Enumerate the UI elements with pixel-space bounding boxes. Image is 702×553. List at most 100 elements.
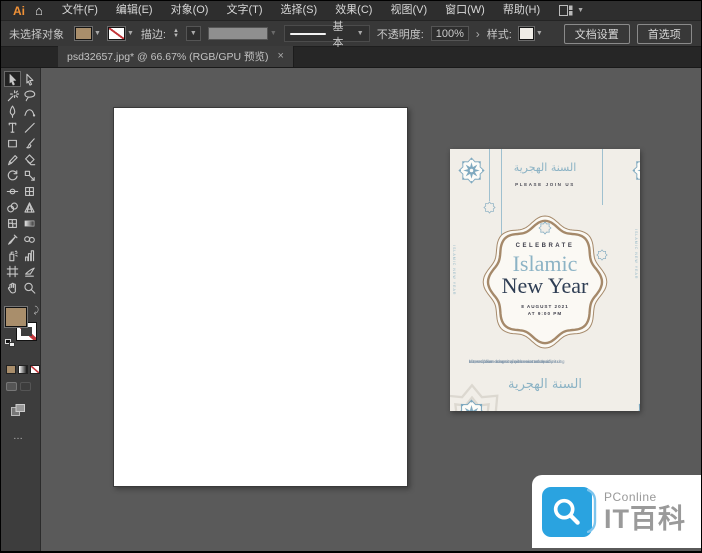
poster-badge-label: CELEBRATE (450, 243, 640, 249)
width-tool[interactable] (4, 183, 21, 199)
blend-tool[interactable] (21, 231, 38, 247)
poster-time: AT 9:00 PM (450, 311, 640, 316)
free-transform-tool[interactable] (21, 183, 38, 199)
graphic-style-control[interactable]: ▼ (519, 27, 543, 40)
fill-stroke-controls: ⤸ (5, 307, 39, 355)
brush-definition-select[interactable]: 基本 ▼ (284, 25, 370, 42)
scale-tool[interactable] (21, 167, 38, 183)
fill-proxy[interactable] (5, 307, 27, 327)
width-profile-preview (208, 27, 268, 40)
opacity-input[interactable]: 100% (431, 26, 469, 41)
opacity-panel-chevron[interactable]: › (476, 27, 480, 41)
hand-tool[interactable] (4, 279, 21, 295)
lasso-tool[interactable] (21, 87, 38, 103)
gradient-tool[interactable] (21, 215, 38, 231)
draw-normal-button[interactable] (6, 382, 17, 391)
menu-item-edit[interactable]: 编辑(E) (107, 1, 162, 20)
side-caption: ISLAMIC NEW YEAR (634, 229, 638, 279)
chevron-down-icon: ▼ (536, 30, 543, 37)
artboard-tool[interactable] (4, 263, 21, 279)
menu-items: 文件(F)编辑(E)对象(O)文字(T)选择(S)效果(C)视图(V)窗口(W)… (53, 1, 549, 20)
document-setup-button[interactable]: 文档设置 (564, 24, 630, 44)
close-icon[interactable]: × (278, 51, 284, 62)
preferences-button[interactable]: 首选项 (637, 24, 692, 44)
type-tool[interactable] (4, 119, 21, 135)
home-icon[interactable]: ⌂ (31, 4, 53, 17)
workspace-icon (559, 5, 573, 16)
line-segment-tool[interactable] (21, 119, 38, 135)
color-button[interactable] (6, 365, 16, 374)
column-graph-tool[interactable] (21, 247, 38, 263)
document-tab[interactable]: psd32657.jpg* @ 66.67% (RGB/GPU 预览) × (58, 46, 294, 67)
color-mode-buttons (6, 365, 40, 374)
pencil-tool[interactable] (4, 151, 21, 167)
control-bar: 未选择对象 ▼ ▼ 描边: ▲▼ ▼ ▼ 基本 ▼ 不透明度: 100% › 样… (1, 20, 701, 47)
style-label: 样式: (487, 26, 512, 42)
rectangle-tool[interactable] (4, 135, 21, 151)
workspace-switcher[interactable]: ▼ (559, 5, 584, 16)
watermark-title: IT百科 (604, 506, 686, 533)
opacity-label: 不透明度: (377, 26, 424, 42)
menu-item-help[interactable]: 帮助(H) (494, 1, 549, 20)
direct-selection-tool[interactable] (21, 71, 38, 87)
selection-status: 未选择对象 (9, 26, 64, 42)
hanging-line (489, 149, 490, 201)
gradient-button[interactable] (18, 365, 28, 374)
default-fill-stroke-icon[interactable] (5, 339, 15, 347)
chevron-down-icon: ▼ (357, 30, 364, 37)
stroke-weight-stepper[interactable]: ▲▼ (173, 29, 179, 39)
chevron-down-icon: ▼ (127, 30, 134, 37)
app-logo[interactable]: Ai (7, 4, 31, 18)
menu-item-view[interactable]: 视图(V) (381, 1, 436, 20)
perspective-grid-tool[interactable] (21, 199, 38, 215)
eraser-tool[interactable] (21, 151, 38, 167)
curvature-tool[interactable] (21, 103, 38, 119)
menu-item-object[interactable]: 对象(O) (162, 1, 218, 20)
watermark-text: PConline IT百科 (604, 491, 686, 533)
menu-bar: Ai ⌂ 文件(F)编辑(E)对象(O)文字(T)选择(S)效果(C)视图(V)… (1, 1, 701, 20)
magnifier-app-icon (542, 487, 592, 537)
variable-width-profile[interactable]: ▼ (208, 27, 277, 40)
fill-color-control[interactable]: ▼ (75, 27, 101, 40)
chevron-down-icon: ▼ (94, 30, 101, 37)
artboard[interactable] (113, 107, 408, 487)
stroke-color-control[interactable]: ▼ (108, 27, 134, 40)
paintbrush-tool[interactable] (21, 135, 38, 151)
edit-toolbar-button[interactable]: … (13, 431, 40, 442)
poster-footer-arabic: السنة الهجرية (450, 377, 640, 392)
menu-item-select[interactable]: 选择(S) (272, 1, 327, 20)
pen-tool[interactable] (4, 103, 21, 119)
swap-fill-stroke-icon[interactable]: ⤸ (34, 305, 39, 316)
symbol-sprayer-tool[interactable] (4, 247, 21, 263)
illustrator-window: Ai ⌂ 文件(F)编辑(E)对象(O)文字(T)选择(S)效果(C)视图(V)… (0, 0, 702, 553)
mesh-tool[interactable] (4, 215, 21, 231)
none-button[interactable] (30, 365, 40, 374)
stroke-weight-select[interactable]: ▼ (186, 26, 201, 41)
rotate-tool[interactable] (4, 167, 21, 183)
draw-behind-button[interactable] (20, 382, 31, 391)
canvas[interactable]: السنة الهجرية PLEASE JOIN US CELEBRATE I… (41, 68, 702, 552)
opacity-value: 100% (436, 28, 464, 40)
magic-wand-tool[interactable] (4, 87, 21, 103)
chevron-down-icon: ▼ (577, 7, 584, 14)
menu-item-file[interactable]: 文件(F) (53, 1, 107, 20)
tools-panel: ⤸ (1, 68, 41, 552)
zoom-tool[interactable] (21, 279, 38, 295)
menu-item-window[interactable]: 窗口(W) (436, 1, 494, 20)
selection-tool[interactable] (4, 71, 21, 87)
menu-item-type[interactable]: 文字(T) (217, 1, 271, 20)
eyedropper-tool[interactable] (4, 231, 21, 247)
watermark: PConline IT百科 (532, 475, 702, 548)
fill-swatch[interactable] (75, 27, 92, 40)
poster-image: السنة الهجرية PLEASE JOIN US CELEBRATE I… (450, 149, 640, 411)
main-area: ⤸ (1, 68, 702, 552)
shape-builder-tool[interactable] (4, 199, 21, 215)
slice-tool[interactable] (21, 263, 38, 279)
brush-stroke-preview (290, 33, 327, 35)
document-tab-title: psd32657.jpg* @ 66.67% (RGB/GPU 预览) (67, 49, 269, 64)
poster-title-line2: New Year (450, 273, 640, 299)
stroke-swatch[interactable] (108, 27, 125, 40)
style-swatch[interactable] (519, 27, 534, 40)
screen-mode-button[interactable] (11, 403, 40, 421)
poster-date: 8 AUGUST 2021 (450, 304, 640, 309)
